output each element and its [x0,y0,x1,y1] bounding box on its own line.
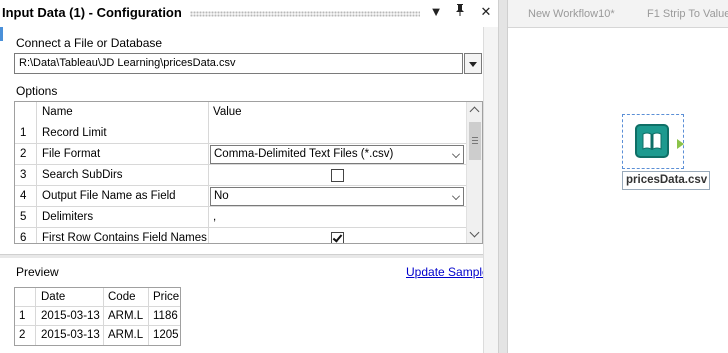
date-cell: 2015-03-13 [36,326,104,345]
file-path-value: R:\Data\Tableau\JD Learning\pricesData.c… [19,57,236,69]
panel-menu-icon[interactable]: ▼ [428,3,444,21]
option-row-search-subdirs[interactable]: 3 Search SubDirs [15,165,466,186]
file-format-value: Comma-Delimited Text Files (*.csv) [214,148,394,160]
code-cell: ARM.L [104,307,149,326]
output-file-name-value: No [214,190,229,202]
title-grip[interactable] [190,11,420,17]
table-row: 1 2015-03-13 ARM.L 1186 [15,307,180,326]
checkmark-icon [332,232,343,243]
option-name: Search SubDirs [37,165,209,186]
row-number: 4 [15,186,37,207]
chevron-down-icon [452,150,460,158]
header-num [15,102,37,123]
configuration-panel: Input Data (1) - Configuration ▼ ✕ Conne… [0,0,500,353]
file-path-input[interactable]: R:\Data\Tableau\JD Learning\pricesData.c… [14,53,463,74]
row-number: 6 [15,228,37,243]
option-name: Output File Name as Field [37,186,209,207]
record-limit-input[interactable] [209,123,466,144]
row-number: 1 [15,307,36,326]
row-number: 2 [15,326,36,345]
scroll-down-icon[interactable] [469,227,480,238]
option-row-first-row-field-names[interactable]: 6 First Row Contains Field Names [15,228,466,243]
tab-new-workflow[interactable]: New Workflow10* [528,8,615,20]
row-number: 3 [15,165,37,186]
header-value: Value [209,102,466,123]
option-row-output-file-name[interactable]: 4 Output File Name as Field No [15,186,466,207]
grip-icon [472,137,478,144]
first-row-field-names-checkbox[interactable] [331,232,344,243]
row-number: 1 [15,123,37,144]
update-sample-link[interactable]: Update Sample [406,265,489,279]
tab-strip-to-value[interactable]: F1 Strip To Value [647,8,728,20]
preview-header-date: Date [36,288,104,307]
output-anchor[interactable] [677,139,684,149]
option-name: File Format [37,144,209,165]
row-number: 2 [15,144,37,165]
book-icon[interactable] [635,124,669,158]
table-row: 2 2015-03-13 ARM.L 1205 [15,326,180,345]
panel-edge-marker [0,27,3,41]
options-header-row: Name Value [15,102,466,123]
header-name: Name [37,102,209,123]
output-file-name-select[interactable]: No [210,187,464,206]
preview-splitter[interactable] [0,254,500,258]
workflow-canvas[interactable]: New Workflow10* F1 Strip To Value prices… [508,0,728,353]
options-scroll-thumb[interactable] [469,122,481,160]
row-number: 5 [15,207,37,228]
scroll-up-icon[interactable] [469,106,480,117]
code-cell: ARM.L [104,326,149,345]
options-grid: Name Value 1 Record Limit 2 File Format … [14,101,483,244]
delimiters-input[interactable]: , [209,207,466,228]
preview-header-price: Price [153,291,180,303]
panel-divider[interactable] [498,0,508,353]
preview-label: Preview [16,265,59,279]
panel-scrollbar[interactable] [483,27,498,353]
option-name: First Row Contains Field Names [37,228,209,243]
close-icon[interactable]: ✕ [478,3,494,21]
option-row-delimiters[interactable]: 5 Delimiters , [15,207,466,228]
canvas-tab-bar: New Workflow10* F1 Strip To Value [508,0,728,28]
price-cell: 1205 [153,329,179,341]
option-row-file-format[interactable]: 2 File Format Comma-Delimited Text Files… [15,144,466,165]
preview-header-code: Code [104,288,149,307]
preview-header-row: Date Code Price [15,288,180,307]
file-dropdown-button[interactable] [464,53,482,74]
search-subdirs-checkbox[interactable] [331,169,344,182]
file-format-select[interactable]: Comma-Delimited Text Files (*.csv) [210,145,464,164]
option-row-record-limit[interactable]: 1 Record Limit [15,123,466,144]
chevron-down-icon [452,192,460,200]
tool-label: pricesData.csv [626,174,708,186]
connect-label: Connect a File or Database [16,36,163,50]
option-name: Record Limit [37,123,209,144]
options-label: Options [16,84,58,98]
date-cell: 2015-03-13 [36,307,104,326]
price-cell: 1186 [153,310,178,322]
chevron-down-icon [469,62,477,67]
config-title-bar: Input Data (1) - Configuration ▼ ✕ [0,0,500,27]
option-name: Delimiters [37,207,209,228]
config-title: Input Data (1) - Configuration [2,5,182,20]
preview-header-num [15,288,36,307]
pin-icon[interactable] [452,3,468,21]
tool-label-box: pricesData.csv [622,171,710,190]
options-scrollbar[interactable] [466,102,482,243]
preview-table: Date Code Price 1 2015-03-13 ARM.L 1186 … [14,287,181,346]
